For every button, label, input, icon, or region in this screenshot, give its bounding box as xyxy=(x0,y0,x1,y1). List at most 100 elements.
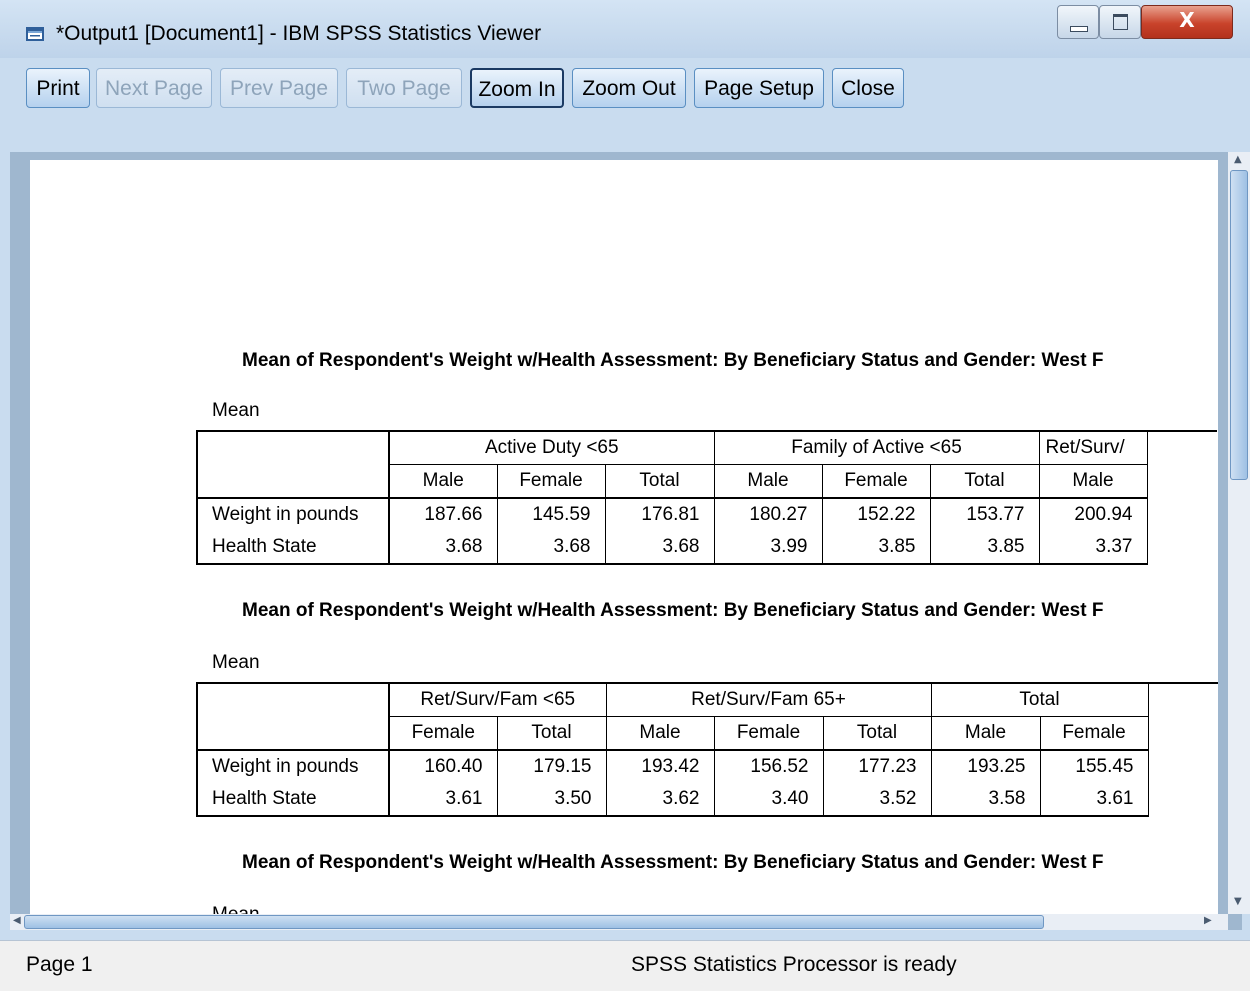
table-cell: 193.25 xyxy=(930,749,1041,783)
table-1-title: Mean of Respondent's Weight w/Health Ass… xyxy=(242,350,1104,371)
column-header: Total xyxy=(929,464,1040,499)
column-group-header: Family of Active <65 xyxy=(713,430,1040,465)
minimize-icon xyxy=(1070,26,1088,32)
column-header: Female xyxy=(1039,716,1149,751)
table-cell: 3.85 xyxy=(929,531,1040,565)
column-header: Total xyxy=(496,716,607,751)
table-cell: 3.99 xyxy=(713,531,823,565)
page-indicator: Page 1 xyxy=(26,953,93,976)
table-cell: 179.15 xyxy=(496,749,607,783)
table-1-stat-label: Mean xyxy=(212,400,260,421)
next-page-button[interactable]: Next Page xyxy=(96,68,212,108)
table-cell: 3.68 xyxy=(604,531,715,565)
scroll-right-icon[interactable]: ▶ xyxy=(1204,915,1212,926)
row-label: Weight in pounds xyxy=(196,497,390,531)
column-group-header: Total xyxy=(930,682,1149,717)
table-corner xyxy=(196,682,390,751)
table-edge xyxy=(1147,430,1217,465)
print-page: Mean of Respondent's Weight w/Health Ass… xyxy=(30,160,1218,918)
prev-page-button[interactable]: Prev Page xyxy=(220,68,338,108)
column-header: Male xyxy=(1038,464,1148,499)
table-cell: 3.62 xyxy=(605,783,715,817)
window-close-button[interactable]: X xyxy=(1141,5,1233,39)
column-header: Total xyxy=(822,716,932,751)
table-cell: 177.23 xyxy=(822,749,932,783)
row-label: Health State xyxy=(196,531,390,565)
minimize-button[interactable] xyxy=(1057,5,1099,39)
table-cell: 193.42 xyxy=(605,749,715,783)
table-edge xyxy=(1147,531,1217,564)
table-edge xyxy=(1148,783,1218,816)
table-cell: 3.37 xyxy=(1038,531,1148,565)
spss-viewer-window: *Output1 [Document1] - IBM SPSS Statisti… xyxy=(0,0,1250,991)
processor-status: SPSS Statistics Processor is ready xyxy=(631,953,957,976)
column-header: Total xyxy=(604,464,715,499)
spss-app-icon xyxy=(26,27,44,41)
zoom-out-button[interactable]: Zoom Out xyxy=(572,68,686,108)
page-setup-button[interactable]: Page Setup xyxy=(694,68,824,108)
table-cell: 3.61 xyxy=(388,783,498,817)
scroll-down-icon[interactable]: ▼ xyxy=(1234,896,1242,907)
table-cell: 3.68 xyxy=(496,531,606,565)
column-header: Male xyxy=(713,464,823,499)
table-edge xyxy=(1147,498,1217,531)
table-cell: 187.66 xyxy=(388,497,498,531)
table-corner xyxy=(196,430,390,499)
table-cell: 160.40 xyxy=(388,749,498,783)
table-cell: 156.52 xyxy=(713,749,824,783)
status-bar: Page 1 SPSS Statistics Processor is read… xyxy=(0,940,1250,991)
table-cell: 3.58 xyxy=(930,783,1041,817)
table-cell: 152.22 xyxy=(821,497,931,531)
column-group-header: Ret/Surv/Fam <65 xyxy=(388,682,607,717)
horizontal-scrollbar[interactable]: ◀ ▶ xyxy=(10,914,1228,930)
pivot-table-1[interactable]: Active Duty <65 Family of Active <65 Ret… xyxy=(196,430,1217,565)
window-title: *Output1 [Document1] - IBM SPSS Statisti… xyxy=(56,22,542,45)
table-cell: 3.40 xyxy=(713,783,824,817)
maximize-icon xyxy=(1113,14,1128,30)
table-2-title: Mean of Respondent's Weight w/Health Ass… xyxy=(242,600,1104,621)
table-cell: 153.77 xyxy=(929,497,1040,531)
table-edge xyxy=(1148,750,1218,783)
column-header: Female xyxy=(821,464,931,499)
close-icon: X xyxy=(1179,8,1195,32)
maximize-button[interactable] xyxy=(1099,5,1141,39)
table-cell: 3.61 xyxy=(1039,783,1149,817)
row-label: Weight in pounds xyxy=(196,749,390,783)
column-header: Male xyxy=(930,716,1041,751)
column-header: Male xyxy=(388,464,498,499)
two-page-button[interactable]: Two Page xyxy=(346,68,462,108)
table-cell: 145.59 xyxy=(496,497,606,531)
vertical-scroll-thumb[interactable] xyxy=(1230,170,1248,480)
column-header: Female xyxy=(713,716,824,751)
table-cell: 180.27 xyxy=(713,497,823,531)
table-cell: 3.52 xyxy=(822,783,932,817)
column-group-header: Ret/Surv/ xyxy=(1038,430,1148,465)
table-edge xyxy=(1147,465,1217,499)
table-3-title: Mean of Respondent's Weight w/Health Ass… xyxy=(242,852,1104,873)
preview-area: Mean of Respondent's Weight w/Health Ass… xyxy=(10,152,1250,930)
table-cell: 3.85 xyxy=(821,531,931,565)
scroll-left-icon[interactable]: ◀ xyxy=(13,915,21,926)
close-button[interactable]: Close xyxy=(832,68,904,108)
column-group-header: Active Duty <65 xyxy=(388,430,715,465)
horizontal-scroll-thumb[interactable] xyxy=(24,915,1044,929)
pivot-table-2[interactable]: Ret/Surv/Fam <65 Ret/Surv/Fam 65+ Total … xyxy=(196,682,1218,817)
table-cell: 200.94 xyxy=(1038,497,1148,531)
column-group-header: Ret/Surv/Fam 65+ xyxy=(605,682,932,717)
scroll-up-icon[interactable]: ▲ xyxy=(1234,154,1242,165)
title-bar[interactable]: *Output1 [Document1] - IBM SPSS Statisti… xyxy=(0,0,1250,58)
table-cell: 3.68 xyxy=(388,531,498,565)
print-button[interactable]: Print xyxy=(26,68,90,108)
vertical-scrollbar[interactable]: ▲ ▼ xyxy=(1228,152,1250,914)
table-edge xyxy=(1148,717,1218,751)
print-preview-toolbar: Print Next Page Prev Page Two Page Zoom … xyxy=(0,58,1250,154)
column-header: Female xyxy=(388,716,498,751)
table-cell: 176.81 xyxy=(604,497,715,531)
column-header: Female xyxy=(496,464,606,499)
row-label: Health State xyxy=(196,783,390,817)
table-2-stat-label: Mean xyxy=(212,652,260,673)
table-cell: 3.50 xyxy=(496,783,607,817)
table-edge xyxy=(1148,682,1218,717)
zoom-in-button[interactable]: Zoom In xyxy=(470,68,564,108)
column-header: Male xyxy=(605,716,715,751)
